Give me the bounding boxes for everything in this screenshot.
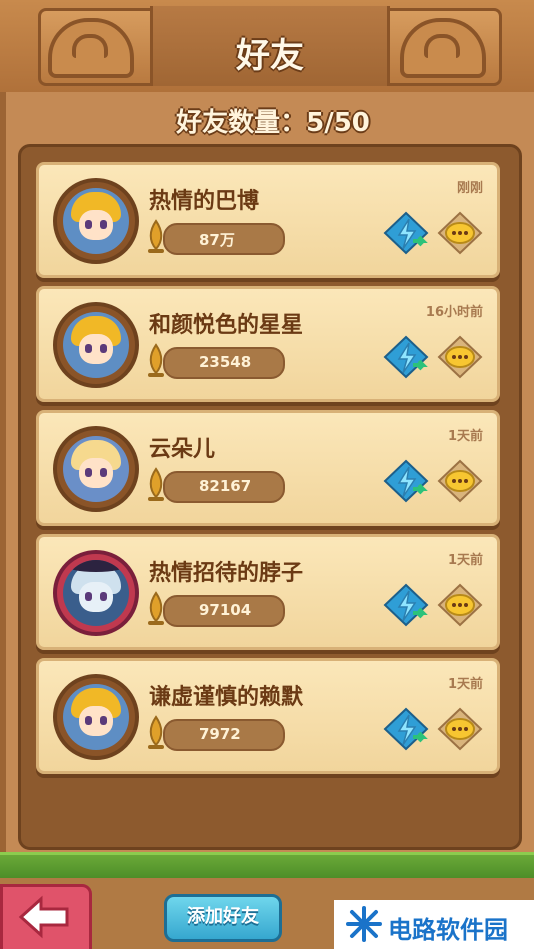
watermark-logo-icon <box>346 906 382 942</box>
send-energy-icon[interactable] <box>383 335 429 379</box>
knight-avatar-icon[interactable] <box>53 178 139 264</box>
last-seen: 16小时前 <box>425 305 483 320</box>
power-value: 23548 <box>199 353 252 371</box>
knight-avatar-icon[interactable] <box>53 302 139 388</box>
power-value: 82167 <box>199 477 252 495</box>
friend-name: 热情招待的脖子 <box>149 561 304 586</box>
send-energy-icon[interactable] <box>383 459 429 503</box>
chat-icon[interactable] <box>437 707 483 751</box>
watermark-text: 电路软件园 <box>388 916 508 944</box>
power-badge: 23548 <box>163 347 285 379</box>
chat-icon[interactable] <box>437 583 483 627</box>
chat-icon[interactable] <box>437 211 483 255</box>
title-plate: 好友 <box>150 6 390 86</box>
top-banner: 好友 <box>0 0 534 96</box>
friend-card[interactable]: 云朵儿 1天前 82167 <box>36 410 500 526</box>
friend-card[interactable]: 谦虚谨慎的赖默 1天前 7972 <box>36 658 500 774</box>
last-seen: 1天前 <box>447 677 483 692</box>
power-value: 7972 <box>199 725 241 743</box>
add-friend-button[interactable]: 添加好友 <box>164 894 282 942</box>
power-badge: 97104 <box>163 595 285 627</box>
watermark: 电路软件园 <box>334 900 534 949</box>
power-badge: 7972 <box>163 719 285 751</box>
friends-screen: 好友 好友数量：5/50 热情的巴博 刚刚 87万 和颜悦色的星星 16小时前 … <box>0 0 534 949</box>
friend-name: 谦虚谨慎的赖默 <box>149 685 304 710</box>
friend-name: 云朵儿 <box>149 437 216 462</box>
friend-name: 和颜悦色的星星 <box>149 313 304 338</box>
power-value: 97104 <box>199 601 252 619</box>
power-badge: 87万 <box>163 223 285 255</box>
ornament-left-icon <box>48 18 134 78</box>
last-seen: 1天前 <box>447 553 483 568</box>
chat-icon[interactable] <box>437 459 483 503</box>
back-button[interactable] <box>0 884 92 949</box>
last-seen: 1天前 <box>447 429 483 444</box>
ornament-right-icon <box>400 18 486 78</box>
friends-count: 好友数量：5/50 <box>176 108 370 138</box>
maid-avatar-icon[interactable] <box>53 426 139 512</box>
send-energy-icon[interactable] <box>383 583 429 627</box>
page-title: 好友 <box>236 36 304 76</box>
chat-icon[interactable] <box>437 335 483 379</box>
witch-avatar-icon[interactable] <box>53 550 139 636</box>
back-arrow-icon <box>18 895 69 939</box>
friend-name: 热情的巴博 <box>149 189 260 214</box>
power-badge: 82167 <box>163 471 285 503</box>
send-energy-icon[interactable] <box>383 211 429 255</box>
knight-avatar-icon[interactable] <box>53 674 139 760</box>
grass-strip <box>0 852 534 881</box>
send-energy-icon[interactable] <box>383 707 429 751</box>
friend-card[interactable]: 和颜悦色的星星 16小时前 23548 <box>36 286 500 402</box>
friend-card[interactable]: 热情的巴博 刚刚 87万 <box>36 162 500 278</box>
friend-card[interactable]: 热情招待的脖子 1天前 97104 <box>36 534 500 650</box>
last-seen: 刚刚 <box>456 181 483 196</box>
power-value: 87万 <box>199 231 235 249</box>
